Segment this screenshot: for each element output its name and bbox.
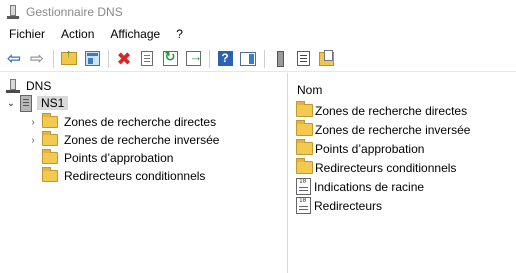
- list-item[interactable]: Indications de racine: [296, 177, 424, 196]
- toolbar-separator: [108, 49, 109, 68]
- menu-action[interactable]: Action: [53, 24, 102, 44]
- folder-icon: [296, 120, 313, 136]
- list-item[interactable]: Points d’approbation: [296, 139, 424, 158]
- export-list-icon: [185, 49, 203, 66]
- folder-icon: [296, 158, 313, 174]
- folder-icon: [42, 131, 58, 146]
- up-one-level-button[interactable]: [59, 48, 79, 69]
- title-bar: Gestionnaire DNS: [0, 0, 516, 24]
- folder-icon: [42, 149, 58, 164]
- list-item-label: Points d’approbation: [315, 141, 425, 156]
- list-button[interactable]: [293, 49, 313, 69]
- chevron-down-icon[interactable]: ⌄: [6, 98, 16, 109]
- tree-node-label: Redirecteurs conditionnels: [64, 169, 206, 183]
- back-button[interactable]: ⇦: [4, 49, 24, 69]
- chevron-right-icon[interactable]: ›: [28, 135, 38, 146]
- folder-icon: [296, 139, 313, 155]
- help-icon: ?: [217, 51, 233, 66]
- tree-node-label: Zones de recherche directes: [64, 115, 217, 129]
- server-button[interactable]: [270, 49, 290, 69]
- tree-node-redirecteurs-conditionnels[interactable]: Redirecteurs conditionnels: [42, 167, 205, 185]
- list-item[interactable]: Zones de recherche inversée: [296, 120, 470, 139]
- help-button[interactable]: ?: [215, 49, 235, 69]
- refresh-button[interactable]: [160, 49, 180, 69]
- list-item[interactable]: Redirecteurs: [296, 196, 382, 215]
- action-pane-icon: [240, 51, 256, 66]
- show-hide-tree-button[interactable]: [82, 49, 102, 69]
- back-arrow-icon: ⇦: [6, 48, 22, 68]
- action-pane-button[interactable]: [238, 49, 258, 69]
- folder-icon: [296, 101, 313, 117]
- menu-affichage[interactable]: Affichage: [102, 24, 168, 44]
- list-item-label: Zones de recherche directes: [315, 103, 468, 118]
- folder-icon: [42, 113, 58, 128]
- tree-node-label: Points d’approbation: [64, 151, 174, 165]
- tree-node-ns1[interactable]: ⌄ NS1: [6, 94, 69, 112]
- forward-button[interactable]: ⇨: [27, 49, 47, 69]
- properties-icon: [141, 51, 153, 66]
- list-item[interactable]: Zones de recherche directes: [296, 101, 467, 120]
- record-icon: [296, 178, 311, 195]
- list-icon: [296, 51, 310, 66]
- menu-help[interactable]: ?: [168, 24, 191, 44]
- up-folder-icon: [61, 48, 77, 65]
- folder-icon: [42, 167, 58, 182]
- tree-node-label: NS1: [37, 96, 69, 110]
- details-pane: Nom Zones de recherche directes Zones de…: [288, 73, 516, 273]
- server-icon: [20, 94, 32, 112]
- window-title: Gestionnaire DNS: [26, 5, 123, 19]
- tree-node-label: DNS: [26, 79, 52, 93]
- show-hide-tree-icon: [84, 51, 100, 66]
- tree-node-label: Zones de recherche inversée: [64, 133, 220, 147]
- list-item-label: Redirecteurs conditionnels: [315, 160, 457, 175]
- tree-node-dns[interactable]: DNS: [6, 77, 51, 95]
- refresh-icon: [162, 49, 178, 66]
- folder-doc-button[interactable]: [316, 49, 336, 69]
- dns-icon: [6, 78, 21, 94]
- tree-node-zones-directes[interactable]: › Zones de recherche directes: [28, 113, 216, 131]
- toolbar-separator: [53, 49, 54, 68]
- list-item-label: Indications de racine: [314, 179, 425, 194]
- properties-button[interactable]: [137, 49, 157, 69]
- toolbar-separator: [264, 49, 265, 68]
- list-item-label: Redirecteurs: [314, 198, 383, 213]
- dns-manager-app-icon: [6, 4, 20, 20]
- folder-doc-icon: [318, 49, 334, 66]
- server-icon: [276, 50, 284, 67]
- list-item-label: Zones de recherche inversée: [315, 122, 471, 137]
- record-icon: [296, 197, 311, 214]
- console-tree: DNS ⌄ NS1 › Zones de recherche directes …: [0, 73, 287, 273]
- column-header-nom[interactable]: Nom: [297, 83, 322, 97]
- list-item[interactable]: Redirecteurs conditionnels: [296, 158, 456, 177]
- chevron-right-icon[interactable]: ›: [28, 117, 38, 128]
- delete-button[interactable]: ✖: [114, 49, 134, 69]
- forward-arrow-icon: ⇨: [29, 48, 45, 68]
- tree-node-points-approbation[interactable]: Points d’approbation: [42, 149, 173, 167]
- tree-node-zones-inversee[interactable]: › Zones de recherche inversée: [28, 131, 219, 149]
- menu-fichier[interactable]: Fichier: [0, 24, 53, 44]
- toolbar-separator: [209, 49, 210, 68]
- export-list-button[interactable]: [183, 49, 203, 69]
- delete-icon: ✖: [116, 48, 132, 69]
- menu-bar: Fichier Action Affichage ?: [0, 24, 516, 44]
- toolbar: ⇦ ⇨ ✖ ?: [0, 46, 516, 72]
